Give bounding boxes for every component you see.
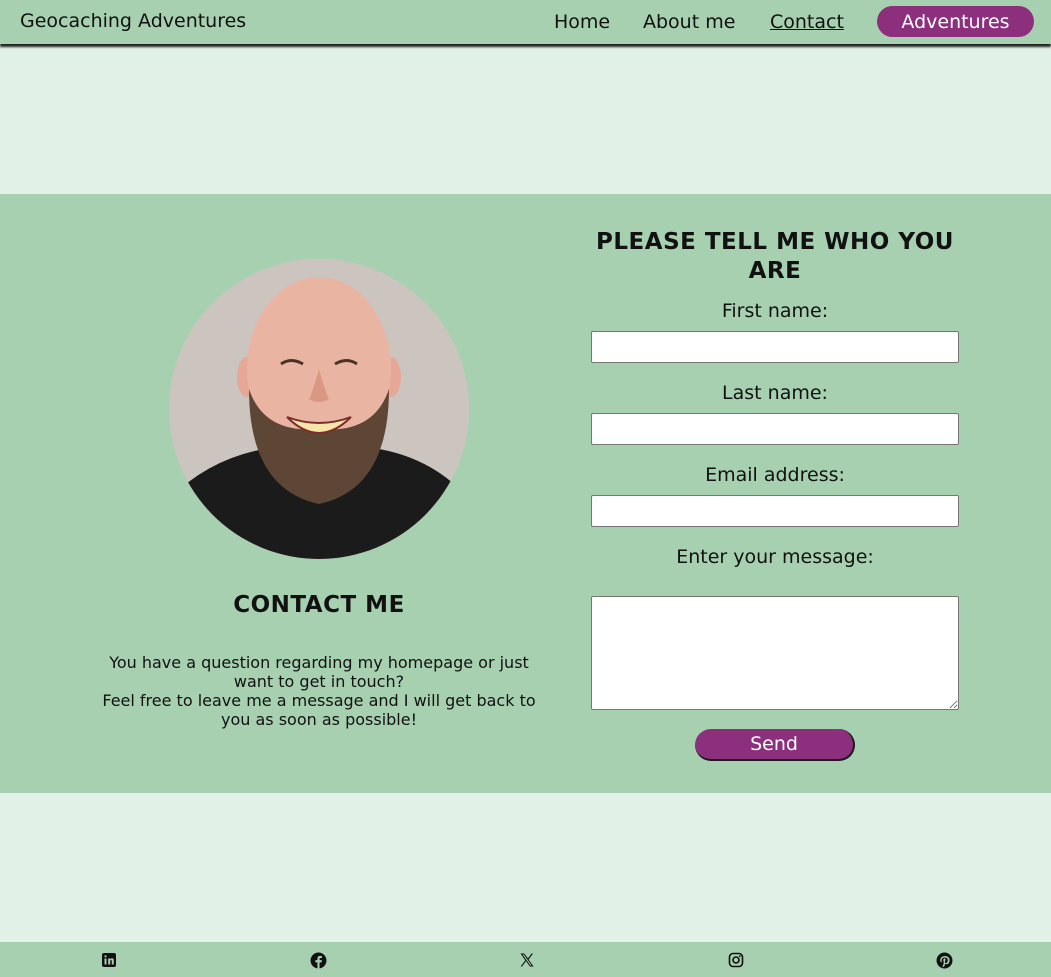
- x-icon[interactable]: [518, 951, 536, 969]
- site-brand[interactable]: Geocaching Adventures: [20, 10, 246, 32]
- adventures-button[interactable]: Adventures: [877, 6, 1034, 37]
- profile-portrait: [169, 259, 469, 559]
- last-name-field[interactable]: [591, 413, 959, 445]
- nav-link-about[interactable]: About me: [643, 11, 735, 33]
- nav-item-contact: Contact: [770, 0, 844, 44]
- nav-link-home[interactable]: Home: [554, 11, 610, 33]
- linkedin-icon[interactable]: [100, 951, 118, 969]
- nav-item-about: About me: [643, 0, 735, 44]
- send-button[interactable]: Send: [695, 729, 855, 761]
- message-label: Enter your message:: [676, 546, 874, 568]
- email-label: Email address:: [705, 464, 845, 486]
- site-header: Geocaching Adventures Home About me Cont…: [0, 0, 1051, 44]
- form-heading: PLEASE TELL ME WHO YOU ARE: [596, 229, 954, 284]
- contact-text-line-2: Feel free to leave me a message and I wi…: [102, 691, 536, 729]
- contact-text-line-1: You have a question regarding my homepag…: [109, 653, 529, 691]
- pinterest-icon[interactable]: [935, 951, 953, 969]
- last-name-label: Last name:: [722, 382, 828, 404]
- first-name-field[interactable]: [591, 331, 959, 363]
- instagram-icon[interactable]: [727, 951, 745, 969]
- contact-heading: CONTACT ME: [233, 592, 405, 618]
- nav-link-contact[interactable]: Contact: [770, 11, 844, 33]
- message-textarea[interactable]: [591, 596, 959, 710]
- email-field[interactable]: [591, 495, 959, 527]
- first-name-label: First name:: [721, 300, 829, 322]
- nav-item-home: Home: [554, 0, 610, 44]
- facebook-icon[interactable]: [309, 951, 327, 969]
- profile-photo: [169, 259, 469, 559]
- contact-description: You have a question regarding my homepag…: [100, 653, 538, 729]
